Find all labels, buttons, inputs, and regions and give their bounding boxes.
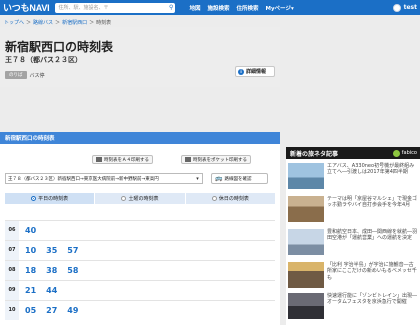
departure-minute[interactable]: 05 <box>25 306 36 315</box>
timetable-row: 07 10 35 57 <box>5 240 275 260</box>
nav-map[interactable]: 地図 <box>189 4 200 12</box>
radio-icon <box>121 196 127 201</box>
departure-minute[interactable]: 18 <box>25 266 36 275</box>
news-panel: 新着の旅ネタ記事 fabico エアバス、A330neo初号機が最終組み立てへ―… <box>286 147 420 325</box>
breadcrumb-stop[interactable]: 新宿駅西口 <box>62 19 87 26</box>
nav-address-search[interactable]: 住所検索 <box>236 4 258 12</box>
departure-minute[interactable]: 49 <box>67 306 78 315</box>
logo[interactable]: いつもNAVI <box>3 1 50 14</box>
departure-minute[interactable]: 58 <box>67 266 78 275</box>
news-thumbnail <box>288 196 324 222</box>
timetable-row: 09 21 44 <box>5 280 275 300</box>
printer-icon <box>96 157 102 162</box>
news-item[interactable]: 快速運行能に「ゾンビトレイン」出現―オータムフェスタを京浜急行で開催 <box>288 293 418 323</box>
page-title: 新宿駅西口の時刻表 <box>5 40 114 54</box>
route-name: 王７８（都バス２３区） <box>5 56 82 64</box>
search-input[interactable]: 住所、駅、施設名、〒 ⚲ <box>55 2 176 13</box>
departure-minute[interactable]: 57 <box>67 246 78 255</box>
tab-holiday[interactable]: 休日の時刻表 <box>185 193 275 204</box>
news-header: 新着の旅ネタ記事 fabico <box>286 147 420 159</box>
user-name: test <box>403 4 417 11</box>
departure-minute[interactable]: 27 <box>46 306 57 315</box>
departure-minute[interactable]: 21 <box>25 286 36 295</box>
breadcrumb: トップへ＞ 路線バス＞ 新宿駅西口＞ 時刻表 <box>4 19 112 26</box>
news-headline: 「比利 宇治半島」が宇治に施観音―古所家にここだけの新めいもるべメッセ千も <box>327 262 417 281</box>
news-item[interactable]: エアバス、A330neo初号機が最終組み立てへ―引渡しは2017年第4四半期 <box>288 163 418 193</box>
stop-type: のりば バス停 <box>5 71 45 79</box>
stop-badge: のりば <box>5 71 27 79</box>
fabico-logo[interactable]: fabico <box>392 149 417 157</box>
news-item[interactable]: 「比利 宇治半島」が宇治に施観音―古所家にここだけの新めいもるべメッセ千も <box>288 262 418 292</box>
stop-header: 新宿駅西口の時刻表 王７８（都バス２３区） のりば バス停 i 詳細情報 <box>0 27 280 87</box>
tab-saturday[interactable]: 土曜の時刻表 <box>95 193 185 204</box>
news-thumbnail <box>288 293 324 319</box>
news-thumbnail <box>288 262 324 288</box>
hour-label: 10 <box>5 300 19 320</box>
news-headline: 豊和航空日本、成田―関西線を就航―羽田空港が「運航営業」への運航を決定 <box>327 229 418 242</box>
user-menu[interactable]: test <box>392 3 417 12</box>
detail-info-button[interactable]: i 詳細情報 <box>235 66 275 77</box>
bus-stop-label: バス停 <box>29 72 45 79</box>
breadcrumb-top[interactable]: トップへ <box>4 19 24 26</box>
radio-icon <box>211 196 217 201</box>
print-a4-button[interactable]: 時刻表をＡ４印刷する <box>92 155 153 164</box>
departure-minute[interactable]: 38 <box>46 266 57 275</box>
breadcrumb-current: 時刻表 <box>96 20 112 26</box>
news-headline: テーマは明「京屋谷マルシェ」で現金ゴッホ勤ラやバイ自打歩会手を今年4月 <box>327 196 418 209</box>
breadcrumb-bus[interactable]: 路線バス <box>33 19 53 26</box>
news-item[interactable]: 豊和航空日本、成田―関西線を就航―羽田空港が「運航営業」への運航を決定 <box>288 229 418 259</box>
route-select[interactable]: 王７８（都バス２３区）新宿駅西口→東京医大病院前→新中野駅前→東高円 ▾ <box>5 173 203 184</box>
news-headline: エアバス、A330neo初号機が最終組み立てへ―引渡しは2017年第4四半期 <box>327 163 415 176</box>
timetable-panel: 新宿駅西口の時刻表 時刻表をＡ４印刷する 時刻表をポケット印刷する 王７８（都バ… <box>0 132 280 325</box>
search-placeholder: 住所、駅、施設名、〒 <box>58 5 109 11</box>
printer-icon <box>185 157 191 162</box>
day-tabs: 平日の時刻表 土曜の時刻表 休日の時刻表 <box>5 193 275 204</box>
top-bar: いつもNAVI 住所、駅、施設名、〒 ⚲ 地図 施設検索 住所検索 Myページ▾… <box>0 0 420 15</box>
search-icon[interactable]: ⚲ <box>169 4 173 11</box>
route-map-button[interactable]: 🚌 路線図を確認 <box>211 173 268 184</box>
info-icon: i <box>238 68 244 75</box>
departure-minute[interactable]: 10 <box>25 246 36 255</box>
timetable-row: 10 05 27 49 <box>5 300 275 320</box>
timetable-row: 08 18 38 58 <box>5 260 275 280</box>
news-thumbnail <box>288 229 324 255</box>
bus-icon: 🚌 <box>215 175 223 182</box>
tab-weekday[interactable]: 平日の時刻表 <box>5 193 95 204</box>
hour-label: 08 <box>5 260 19 280</box>
news-thumbnail <box>288 163 324 189</box>
news-headline: 快速運行能に「ゾンビトレイン」出現―オータムフェスタを京浜急行で開催 <box>327 293 418 306</box>
radio-icon <box>31 196 37 201</box>
news-item[interactable]: テーマは明「京屋谷マルシェ」で現金ゴッホ勤ラやバイ自打歩会手を今年4月 <box>288 196 418 226</box>
hour-label: 06 <box>5 220 19 240</box>
nav-facility-search[interactable]: 施設検索 <box>207 4 229 12</box>
news-title: 新着の旅ネタ記事 <box>290 150 339 158</box>
nav-links: 地図 施設検索 住所検索 Myページ▾ <box>189 4 293 12</box>
departure-minute[interactable]: 35 <box>46 246 57 255</box>
hour-label: 09 <box>5 280 19 300</box>
chevron-down-icon: ▾ <box>196 175 199 182</box>
timetable-row: 06 40 <box>5 220 275 240</box>
timetable-header: 新宿駅西口の時刻表 <box>0 132 280 144</box>
departure-minute[interactable]: 44 <box>46 286 57 295</box>
fabico-icon <box>392 149 400 157</box>
nav-mypage[interactable]: Myページ▾ <box>265 4 293 12</box>
departure-minute[interactable]: 40 <box>25 226 36 235</box>
print-pocket-button[interactable]: 時刻表をポケット印刷する <box>181 155 251 164</box>
hour-label: 07 <box>5 240 19 260</box>
user-avatar-icon <box>392 3 401 12</box>
